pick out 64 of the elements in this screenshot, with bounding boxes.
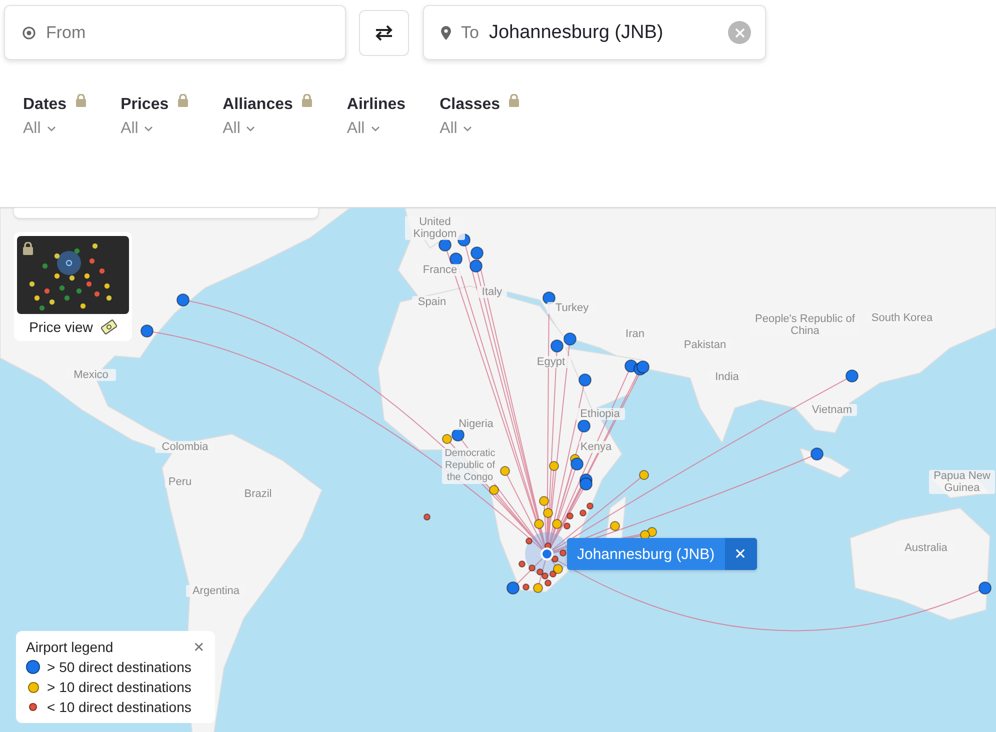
chevron-down-icon: [46, 126, 56, 132]
pin-icon: [441, 26, 451, 40]
map-label: Papua New Guinea: [929, 470, 995, 494]
chevron-down-icon: [246, 126, 256, 132]
chevron-down-icon: [370, 126, 380, 132]
filter-dropdown[interactable]: Dates All: [23, 96, 87, 207]
filter-label: Airlines: [346, 96, 406, 114]
close-button[interactable]: ✕: [724, 538, 757, 570]
origin-icon: [22, 26, 36, 40]
legend-text: < 10 direct destinations: [47, 699, 192, 715]
airport-dot[interactable]: [544, 580, 552, 586]
swap-icon: [374, 24, 394, 40]
from-input[interactable]: From: [46, 22, 331, 42]
airport-dot[interactable]: [424, 514, 430, 520]
filter-value: All: [222, 120, 240, 138]
airport-dot[interactable]: [978, 582, 992, 594]
airport-dot[interactable]: [564, 522, 570, 530]
chevron-down-icon: [144, 126, 154, 132]
chevron-down-icon: [463, 126, 472, 132]
filter-label: Dates: [23, 96, 67, 114]
airport-dot[interactable]: [526, 538, 532, 544]
from-field[interactable]: From: [4, 5, 346, 60]
filter-label: Prices: [120, 96, 169, 114]
airport-dot[interactable]: [522, 584, 530, 590]
filter-value: All: [346, 120, 365, 138]
filter-dropdown[interactable]: Airlines All: [346, 96, 406, 207]
legend-title: Airport legend: [26, 639, 114, 655]
airport-dot[interactable]: [560, 550, 566, 556]
filter-dropdown[interactable]: Prices All: [120, 96, 189, 207]
filter-dropdown[interactable]: Classes All: [440, 96, 520, 207]
legend-text: > 10 direct destinations: [47, 679, 192, 695]
filter-label: Alliances: [222, 96, 293, 114]
to-input[interactable]: Johannesburg (JNB): [488, 22, 718, 44]
selected-airport-dot[interactable]: [540, 548, 554, 560]
map-label: Ethiopia: [575, 408, 625, 420]
airport-name: Johannesburg (JNB): [576, 546, 716, 562]
map-label: Kenya: [579, 441, 613, 453]
to-field[interactable]: To Johannesburg (JNB): [423, 5, 766, 60]
airport-dot[interactable]: [810, 448, 824, 460]
legend-text: > 50 direct destinations: [47, 659, 192, 675]
airport-dot[interactable]: [533, 583, 543, 593]
swap-button[interactable]: [359, 10, 409, 56]
airport-dot[interactable]: [506, 582, 520, 594]
airport-dot[interactable]: [566, 512, 574, 520]
field-label: To: [461, 22, 479, 42]
filter-label: Classes: [440, 96, 500, 114]
airport-dot[interactable]: [639, 470, 649, 480]
airport-dot[interactable]: [586, 502, 594, 510]
airport-dot[interactable]: [580, 510, 586, 516]
close-button[interactable]: ✕: [193, 639, 205, 655]
filter-dropdown[interactable]: Alliances All: [222, 96, 313, 207]
airport-dot[interactable]: [518, 560, 526, 568]
filter-value: All: [120, 120, 138, 138]
filter-value: All: [440, 120, 458, 138]
map-label: Democratic Republic of the Congo: [442, 448, 498, 484]
airport-dot[interactable]: [489, 485, 499, 495]
filter-value: All: [23, 120, 41, 138]
close-icon: [734, 28, 744, 38]
price-view-label: Price view: [29, 319, 93, 335]
airport-dot[interactable]: [536, 568, 544, 576]
map-label: Italy: [477, 286, 507, 298]
airport-dot[interactable]: [528, 564, 536, 572]
price-view-button[interactable]: Price view: [14, 232, 132, 341]
map-label: United Kingdom: [405, 216, 465, 240]
